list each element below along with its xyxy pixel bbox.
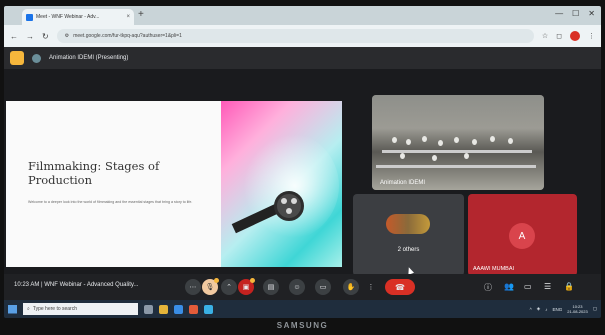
profile-avatar[interactable] [570,31,580,41]
participant-name: AAAWI MUMBAI [473,266,515,272]
separator: | [41,282,43,288]
maximize-icon[interactable]: ☐ [572,9,579,18]
end-call-button[interactable]: ☎ [385,279,415,295]
url-text: meet.google.com/fur-tkpq-aqu?authuser=1&… [73,33,182,39]
film-reel-icon [274,191,304,221]
close-tab-icon[interactable]: × [126,14,130,20]
windows-start-icon[interactable] [8,304,17,314]
meet-header: Animation IDEMI (Presenting) [4,47,601,69]
forward-icon[interactable]: → [26,32,34,41]
participant-tile-animation-idemi[interactable]: Animation IDEMI [372,95,544,190]
clock-date: 21-08-2023 [567,309,588,314]
browser-tab-bar: Meet - WNF Webinar - Adv... × + — ☐ ✕ [4,6,601,25]
tab-title: Meet - WNF Webinar - Adv... [36,14,100,20]
captions-button[interactable]: ▤ [263,279,279,295]
meet-stage: Filmmaking: Stages of Production Welcome… [4,69,601,276]
monitor-bezel: Meet - WNF Webinar - Adv... × + — ☐ ✕ ← … [0,0,605,335]
camera-off-button[interactable]: ▣ [238,278,255,295]
window-controls: — ☐ ✕ [555,9,595,18]
minimize-icon[interactable]: — [555,9,563,18]
participant-tile-aaawi-mumbai[interactable]: A AAAWI MUMBAI [468,194,577,276]
windows-taskbar: ⌕ Type here to search ^ ◈ ♪ ENG 10:23 21… [4,300,601,318]
meet-control-bar: 10:23 AM | WNF Webinar - Advanced Qualit… [4,274,601,300]
present-button[interactable]: ▭ [315,279,331,295]
tray-chevron-icon[interactable]: ^ [530,307,532,312]
presenter-avatar [32,53,41,63]
activities-icon[interactable]: ☰ [544,282,551,291]
extensions-icon[interactable]: ◻ [556,32,562,40]
presentation-slide: Filmmaking: Stages of Production Welcome… [6,101,342,267]
participant-tile-others[interactable]: 2 others [353,194,464,276]
notifications-icon[interactable]: ▢ [593,306,597,312]
edge-icon[interactable] [174,304,183,314]
slide-text-panel: Filmmaking: Stages of Production Welcome… [6,101,221,267]
slide-body: Welcome to a deeper look into the world … [28,200,193,204]
more-audio-icon[interactable]: ⋯ [185,279,201,295]
taskbar-clock[interactable]: 10:23 21-08-2023 [567,304,587,314]
participant-name: Animation IDEMI [380,180,426,186]
info-icon[interactable]: ⓘ [484,282,492,293]
system-tray: ^ ◈ ♪ ENG 10:23 21-08-2023 ▢ [530,304,597,314]
store-icon[interactable] [204,304,213,314]
file-explorer-icon[interactable] [159,304,168,314]
meeting-details: 10:23 AM | WNF Webinar - Advanced Qualit… [14,282,138,288]
network-icon[interactable]: ◈ [537,306,540,312]
new-tab-button[interactable]: + [138,9,144,21]
chevron-up-icon[interactable]: ⌃ [221,279,237,295]
more-options-icon[interactable]: ⋮ [366,279,376,295]
search-icon: ⌕ [27,306,30,312]
browser-toolbar: ← → ↻ ⚙ meet.google.com/fur-tkpq-aqu?aut… [4,25,601,47]
screen: Meet - WNF Webinar - Adv... × + — ☐ ✕ ← … [4,6,601,318]
others-label: 2 others [397,247,420,253]
reload-icon[interactable]: ↻ [42,32,49,41]
task-view-icon[interactable] [144,304,153,314]
activities-button[interactable] [10,51,24,65]
people-icon[interactable]: 👥 [504,282,514,291]
classroom-video [372,95,544,190]
chat-icon[interactable]: ▭ [524,282,532,291]
meet-favicon-icon [26,13,33,21]
taskbar-search[interactable]: ⌕ Type here to search [23,303,138,315]
meeting-time: 10:23 AM [14,282,40,288]
raise-hand-button[interactable]: ✋ [343,279,359,295]
meeting-title: WNF Webinar - Advanced Quality... [44,282,139,288]
search-placeholder: Type here to search [32,306,78,312]
slide-image [221,101,342,267]
menu-icon[interactable]: ⋮ [588,32,595,40]
close-window-icon[interactable]: ✕ [588,9,595,18]
mic-button[interactable]: 🎙 [202,278,219,295]
address-bar[interactable]: ⚙ meet.google.com/fur-tkpq-aqu?authuser=… [56,29,534,43]
lock-icon[interactable]: 🔒 [564,282,574,291]
back-icon[interactable]: ← [10,32,18,41]
emoji-button[interactable]: ☺ [289,279,305,295]
language-indicator[interactable]: ENG [553,307,563,312]
slide-title: Filmmaking: Stages of Production [28,159,160,187]
browser-tab[interactable]: Meet - WNF Webinar - Adv... × [22,9,134,25]
volume-icon[interactable]: ♪ [545,307,547,312]
site-info-icon[interactable]: ⚙ [65,33,69,39]
star-icon[interactable]: ☆ [542,32,548,40]
chrome-icon[interactable] [189,304,198,314]
presenting-label: Animation IDEMI (Presenting) [49,55,129,61]
monitor-brand: SAMSUNG [276,321,329,330]
others-avatars [386,214,430,234]
avatar: A [509,223,535,249]
